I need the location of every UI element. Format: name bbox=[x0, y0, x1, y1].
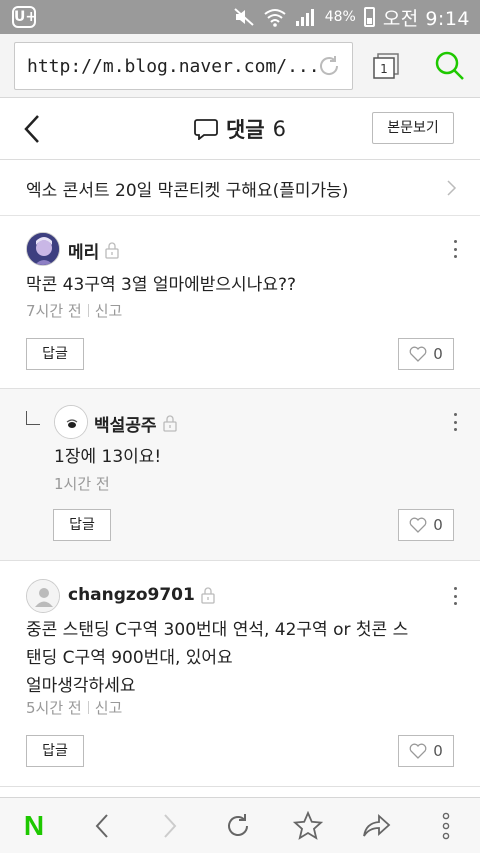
comment-text: 1장에 13이요! bbox=[54, 447, 162, 467]
naver-logo-icon[interactable]: N bbox=[4, 798, 64, 853]
like-button[interactable]: 0 bbox=[398, 735, 454, 767]
comment-meta: 5시간 전 신고 bbox=[26, 697, 122, 718]
battery-icon bbox=[363, 7, 375, 27]
address-field[interactable]: http://m.blog.naver.com/... bbox=[14, 42, 353, 90]
more-icon[interactable] bbox=[416, 798, 476, 853]
reply-button[interactable]: 답글 bbox=[26, 735, 84, 767]
heart-icon bbox=[409, 346, 427, 362]
avatar[interactable] bbox=[26, 579, 60, 613]
battery-percent: 48% bbox=[324, 9, 356, 25]
reply-button[interactable]: 답글 bbox=[53, 509, 111, 541]
like-button[interactable]: 0 bbox=[398, 338, 454, 370]
refresh-icon[interactable] bbox=[208, 798, 268, 853]
title-label: 댓글 bbox=[225, 118, 265, 142]
lock-icon bbox=[105, 242, 119, 259]
like-count: 0 bbox=[433, 742, 443, 760]
star-icon[interactable] bbox=[278, 798, 338, 853]
comment-time: 5시간 전 bbox=[26, 699, 82, 717]
tabs-icon[interactable]: 1 bbox=[372, 52, 400, 80]
author-name[interactable]: 백설공주 bbox=[94, 411, 157, 436]
address-text[interactable]: http://m.blog.naver.com/... bbox=[27, 56, 320, 77]
status-bar: U+ 48% 오전 9:14 bbox=[0, 0, 480, 34]
more-options-icon[interactable] bbox=[450, 411, 460, 433]
like-button[interactable]: 0 bbox=[398, 509, 454, 541]
forward-icon[interactable] bbox=[140, 798, 200, 853]
carrier-logo-icon: U+ bbox=[12, 6, 37, 28]
mute-icon bbox=[234, 8, 254, 26]
like-count: 0 bbox=[433, 345, 443, 363]
comment-author[interactable]: changzo9701 bbox=[68, 585, 215, 605]
comment-meta: 1시간 전 bbox=[54, 473, 110, 494]
default-user-icon bbox=[27, 580, 59, 612]
comment-text-line: 중콘 스탠딩 C구역 300번대 연석, 42구역 or 첫콘 스 bbox=[26, 620, 409, 640]
avatar-image-icon bbox=[55, 406, 87, 438]
avatar[interactable] bbox=[26, 232, 60, 266]
comment-text: 중콘 스탠딩 C구역 300번대 연석, 42구역 or 첫콘 스 탠딩 C구역… bbox=[26, 616, 466, 700]
report-link[interactable]: 신고 bbox=[95, 699, 123, 717]
more-options-icon[interactable] bbox=[450, 238, 460, 260]
like-count: 0 bbox=[433, 516, 443, 534]
reply-button[interactable]: 답글 bbox=[26, 338, 84, 370]
author-name[interactable]: 메리 bbox=[68, 238, 99, 263]
comment-text-line: 얼마생각하세요 bbox=[26, 676, 136, 696]
comment-item: changzo9701 중콘 스탠딩 C구역 300번대 연석, 42구역 or… bbox=[0, 561, 480, 787]
search-icon[interactable] bbox=[434, 50, 466, 82]
comment-text: 막콘 43구역 3열 얼마에받으시나요?? bbox=[26, 275, 297, 295]
browser-url-bar: http://m.blog.naver.com/... 1 bbox=[0, 34, 480, 98]
view-post-button[interactable]: 본문보기 bbox=[372, 112, 454, 144]
comments-header: 댓글 6 본문보기 bbox=[0, 98, 480, 160]
wifi-icon bbox=[264, 9, 286, 27]
naver-logo-text[interactable]: N bbox=[24, 810, 44, 842]
avatar-image-icon bbox=[27, 233, 59, 265]
comment-time: 1시간 전 bbox=[54, 475, 110, 493]
comment-count: 6 bbox=[272, 117, 286, 141]
tab-count: 1 bbox=[380, 62, 388, 76]
browser-toolbar: N bbox=[0, 797, 480, 853]
comment-bubble-icon bbox=[194, 119, 218, 140]
status-icons: 48% 오전 9:14 bbox=[233, 0, 470, 34]
lock-icon bbox=[162, 415, 177, 432]
reply-indicator-icon bbox=[26, 411, 40, 425]
report-link[interactable]: 신고 bbox=[95, 302, 123, 320]
comment-item: 메리 막콘 43구역 3열 얼마에받으시나요?? 7시간 전 신고 답글 0 bbox=[0, 216, 480, 389]
chevron-right-icon bbox=[447, 180, 457, 196]
comment-time: 7시간 전 bbox=[26, 302, 82, 320]
clock: 오전 9:14 bbox=[382, 7, 470, 30]
heart-icon bbox=[409, 743, 427, 759]
comment-author[interactable]: 백설공주 bbox=[94, 411, 177, 436]
author-name[interactable]: changzo9701 bbox=[68, 585, 195, 605]
avatar[interactable] bbox=[54, 405, 88, 439]
reply-comment-item: 백설공주 1장에 13이요! 1시간 전 답글 0 bbox=[0, 389, 480, 561]
reload-icon[interactable] bbox=[316, 53, 342, 79]
share-icon[interactable] bbox=[346, 798, 406, 853]
comment-meta: 7시간 전 신고 bbox=[26, 300, 122, 321]
heart-icon bbox=[409, 517, 427, 533]
post-title[interactable]: 엑소 콘서트 20일 막콘티켓 구해요(플미가능) bbox=[26, 176, 348, 201]
post-link-row[interactable]: 엑소 콘서트 20일 막콘티켓 구해요(플미가능) bbox=[0, 160, 480, 216]
signal-icon bbox=[295, 9, 314, 26]
comment-author[interactable]: 메리 bbox=[68, 238, 119, 263]
comment-text-line: 탠딩 C구역 900번대, 있어요 bbox=[26, 648, 233, 668]
back-icon[interactable] bbox=[72, 798, 132, 853]
more-options-icon[interactable] bbox=[450, 585, 460, 607]
lock-icon bbox=[201, 586, 215, 604]
